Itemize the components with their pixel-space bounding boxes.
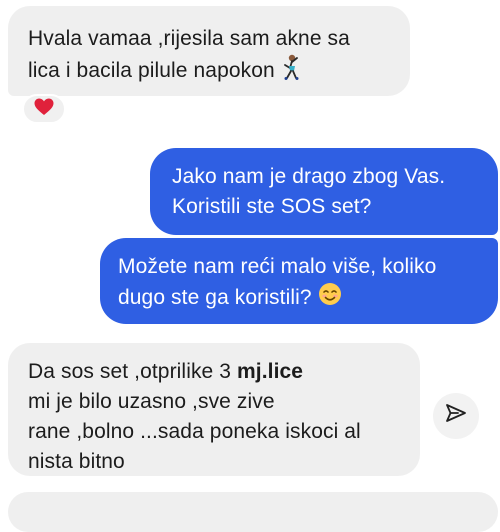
message-bubble-incoming[interactable]: Hvala vamaa ,rijesila sam akne sa lica i… bbox=[8, 6, 410, 96]
message-bubble-incoming[interactable] bbox=[8, 492, 498, 532]
message-text-line: nista bitno bbox=[28, 450, 125, 473]
message-text-line: lica i bacila pilule napokon bbox=[28, 54, 390, 89]
heart-icon bbox=[34, 98, 54, 121]
message-text-line: Da sos set ,otprilike 3 mj.lice bbox=[28, 360, 304, 383]
message-text-line: Možete nam reći malo više, koliko bbox=[118, 255, 437, 278]
message-text-line: Koristili ste SOS set? bbox=[172, 195, 372, 218]
message-text-line: Jako nam je drago zbog Vas. bbox=[172, 165, 446, 188]
message-text-line: Hvala vamaa ,rijesila sam akne sa bbox=[28, 27, 350, 50]
message-text-line: rane ,bolno ...sada poneka iskoci al bbox=[28, 420, 361, 443]
message-bubble-outgoing[interactable]: Jako nam je drago zbog Vas. Koristili st… bbox=[150, 148, 498, 235]
smiling-face-icon bbox=[318, 282, 342, 315]
dancing-person-icon bbox=[281, 54, 303, 89]
message-bubble-outgoing[interactable]: Možete nam reći malo više, koliko dugo s… bbox=[100, 238, 498, 324]
send-arrow-icon bbox=[444, 402, 468, 431]
share-button[interactable] bbox=[433, 393, 479, 439]
message-reaction[interactable] bbox=[22, 94, 66, 124]
message-bubble-incoming[interactable]: Da sos set ,otprilike 3 mj.lice mi je bi… bbox=[8, 343, 420, 476]
message-text-line: mi je bilo uzasno ,sve zive bbox=[28, 390, 275, 413]
message-text-line: dugo ste ga koristili? bbox=[118, 282, 480, 315]
